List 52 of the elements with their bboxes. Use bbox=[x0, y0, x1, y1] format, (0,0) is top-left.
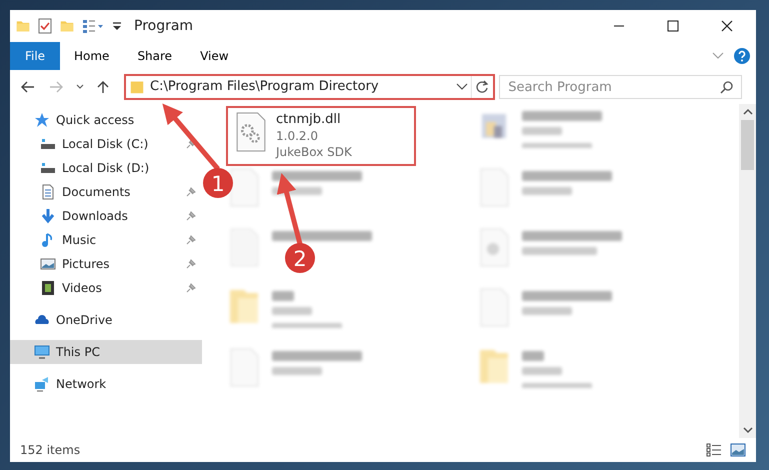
search-icon[interactable] bbox=[720, 80, 734, 94]
step-badge: 2 bbox=[285, 243, 315, 273]
drive-icon bbox=[40, 136, 56, 152]
scroll-down-icon[interactable] bbox=[742, 426, 752, 434]
sidebar-item[interactable]: Downloads bbox=[10, 204, 202, 228]
address-bar[interactable]: C:\Program Files\Program Directory bbox=[124, 74, 496, 100]
customize-toolbar-icon[interactable] bbox=[112, 20, 122, 32]
item-count: 152 items bbox=[20, 442, 82, 459]
sidebar-item[interactable]: Local Disk (D:) bbox=[10, 156, 202, 180]
drive-icon bbox=[40, 160, 56, 176]
up-arrow-icon bbox=[96, 80, 110, 94]
star-icon bbox=[34, 112, 50, 128]
address-path: C:\Program Files\Program Directory bbox=[150, 78, 379, 96]
sidebar-item[interactable]: Documents bbox=[10, 180, 202, 204]
scrollbar[interactable] bbox=[739, 104, 756, 438]
network-icon bbox=[34, 376, 50, 392]
sidebar-item[interactable]: Videos bbox=[10, 276, 202, 300]
ribbon-tab[interactable]: Share bbox=[123, 42, 186, 70]
back-arrow-icon bbox=[20, 80, 36, 94]
view-options-icon[interactable] bbox=[82, 18, 104, 34]
sidebar-item[interactable]: Local Disk (C:) bbox=[10, 132, 202, 156]
film-icon bbox=[40, 280, 56, 296]
file-item[interactable]: ctnmjb.dll 1.0.2.0 JukeBox SDK bbox=[230, 110, 412, 162]
large-icons-view-icon[interactable] bbox=[730, 443, 746, 457]
sidebar-item[interactable]: Network bbox=[10, 372, 202, 396]
sidebar-item[interactable]: Quick access bbox=[10, 108, 202, 132]
ribbon-tab[interactable]: View bbox=[186, 42, 243, 70]
gears-file-icon bbox=[234, 112, 268, 152]
sidebar-item[interactable]: Music bbox=[10, 228, 202, 252]
step-badge: 1 bbox=[203, 168, 233, 198]
monitor-icon bbox=[34, 344, 50, 360]
ribbon-tab[interactable]: Home bbox=[60, 42, 124, 70]
details-view-icon[interactable] bbox=[706, 443, 722, 457]
annotation-arrow bbox=[162, 104, 220, 171]
expand-ribbon-icon[interactable] bbox=[712, 52, 724, 60]
document-icon bbox=[40, 184, 56, 200]
sidebar-item[interactable]: This PC bbox=[10, 340, 202, 364]
file-tab[interactable]: File bbox=[10, 42, 60, 70]
folder-icon bbox=[130, 80, 144, 94]
scroll-up-icon[interactable] bbox=[742, 108, 752, 116]
close-icon bbox=[720, 20, 734, 32]
maximize-icon bbox=[666, 20, 680, 32]
sidebar-item[interactable]: Pictures bbox=[10, 252, 202, 276]
properties-icon[interactable] bbox=[38, 18, 52, 34]
picture-icon bbox=[40, 256, 56, 272]
help-icon[interactable] bbox=[734, 48, 750, 64]
sidebar-item[interactable]: OneDrive bbox=[10, 308, 202, 332]
window-title: Program bbox=[134, 16, 194, 36]
download-arrow-icon bbox=[40, 208, 56, 224]
forward-arrow-icon bbox=[48, 80, 64, 94]
scrollbar-thumb[interactable] bbox=[741, 120, 754, 170]
search-field[interactable]: Search Program bbox=[499, 75, 742, 99]
